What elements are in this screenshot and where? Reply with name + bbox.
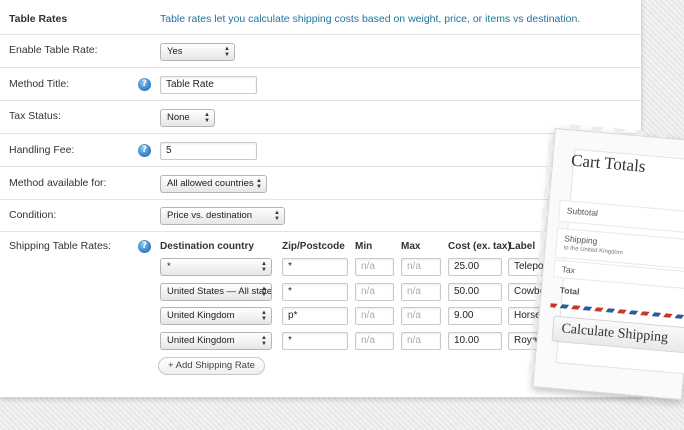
rate-zip-input[interactable]: * <box>282 258 348 276</box>
handling-fee-row: Handling Fee: ? 5 <box>0 133 642 166</box>
select-arrows-icon: ▲ ▼ <box>204 112 210 124</box>
rate-country-value: * <box>167 261 171 272</box>
enable-table-rate-value: Yes <box>167 46 183 57</box>
help-icon[interactable]: ? <box>138 144 151 157</box>
rate-country-select[interactable]: United Kingdom ▲ ▼ <box>160 307 272 325</box>
select-arrows-icon: ▲ ▼ <box>274 210 280 222</box>
column-header-zip: Zip/Postcode <box>282 241 345 252</box>
method-available-select[interactable]: All allowed countries ▲ ▼ <box>160 175 267 193</box>
section-description: Table rates let you calculate shipping c… <box>160 13 581 25</box>
handling-fee-input[interactable]: 5 <box>160 142 257 160</box>
section-header-row: Table Rates Table rates let you calculat… <box>0 0 642 34</box>
select-arrows-icon: ▲ ▼ <box>261 310 267 322</box>
handling-fee-label: Handling Fee: <box>9 144 75 156</box>
tax-status-value: None <box>167 112 190 123</box>
rate-min-input[interactable]: n/a <box>355 258 394 276</box>
method-available-label: Method available for: <box>9 177 107 189</box>
rate-cost-input[interactable]: 10.00 <box>448 332 502 350</box>
rate-min-input[interactable]: n/a <box>355 283 394 301</box>
rate-zip-input[interactable]: * <box>282 283 348 301</box>
rate-country-select[interactable]: United Kingdom ▲ ▼ <box>160 332 272 350</box>
select-arrows-icon: ▲ ▼ <box>261 335 267 347</box>
tax-status-select[interactable]: None ▲ ▼ <box>160 109 215 127</box>
shipping-table-label: Shipping Table Rates: <box>9 240 111 252</box>
column-header-destination: Destination country <box>160 241 254 252</box>
rate-country-select[interactable]: * ▲ ▼ <box>160 258 272 276</box>
rate-cost-input[interactable]: 50.00 <box>448 283 502 301</box>
select-arrows-icon: ▲ ▼ <box>261 286 267 298</box>
rate-country-value: United Kingdom <box>167 310 235 321</box>
cart-tax-label: Tax <box>561 264 576 276</box>
rate-country-value: United Kingdom <box>167 335 235 346</box>
select-arrows-icon: ▲ ▼ <box>261 261 267 273</box>
method-title-input[interactable]: Table Rate <box>160 76 257 94</box>
rate-country-select[interactable]: United States — All states ▲ ▼ <box>160 283 272 301</box>
select-arrows-icon: ▲ ▼ <box>224 46 230 58</box>
condition-select[interactable]: Price vs. destination ▲ ▼ <box>160 207 285 225</box>
method-title-row: Method Title: ? Table Rate <box>0 67 642 100</box>
help-icon[interactable]: ? <box>138 78 151 91</box>
tax-status-label: Tax Status: <box>9 110 61 122</box>
rate-max-input[interactable]: n/a <box>401 283 441 301</box>
rate-country-value: United States — All states <box>167 286 272 297</box>
method-available-value: All allowed countries <box>167 178 254 189</box>
rate-max-input[interactable]: n/a <box>401 307 441 325</box>
help-icon[interactable]: ? <box>138 240 151 253</box>
column-header-min: Min <box>355 241 373 252</box>
rate-max-input[interactable]: n/a <box>401 332 441 350</box>
rate-cost-input[interactable]: 9.00 <box>448 307 502 325</box>
method-title-label: Method Title: <box>9 78 70 90</box>
cart-totals-stamp: Cart Totals Subtotal Shipping to the Uni… <box>532 128 684 401</box>
column-header-label: Label <box>509 241 536 252</box>
cart-total-label: Total <box>559 285 580 297</box>
column-header-cost: Cost (ex. tax) <box>448 241 511 252</box>
enable-table-rate-select[interactable]: Yes ▲ ▼ <box>160 43 235 61</box>
section-title: Table Rates <box>9 13 68 25</box>
condition-label: Condition: <box>9 209 57 221</box>
rate-cost-input[interactable]: 25.00 <box>448 258 502 276</box>
column-header-max: Max <box>401 241 421 252</box>
rate-max-input[interactable]: n/a <box>401 258 441 276</box>
rate-zip-input[interactable]: p* <box>282 307 348 325</box>
rate-zip-input[interactable]: * <box>282 332 348 350</box>
add-shipping-rate-button[interactable]: + Add Shipping Rate <box>158 357 265 375</box>
enable-table-rate-label: Enable Table Rate: <box>9 44 98 56</box>
rate-min-input[interactable]: n/a <box>355 332 394 350</box>
select-arrows-icon: ▲ ▼ <box>256 178 262 190</box>
rate-min-input[interactable]: n/a <box>355 307 394 325</box>
tax-status-row: Tax Status: None ▲ ▼ <box>0 100 642 133</box>
enable-table-rate-row: Enable Table Rate: Yes ▲ ▼ <box>0 34 642 67</box>
condition-value: Price vs. destination <box>167 210 253 221</box>
